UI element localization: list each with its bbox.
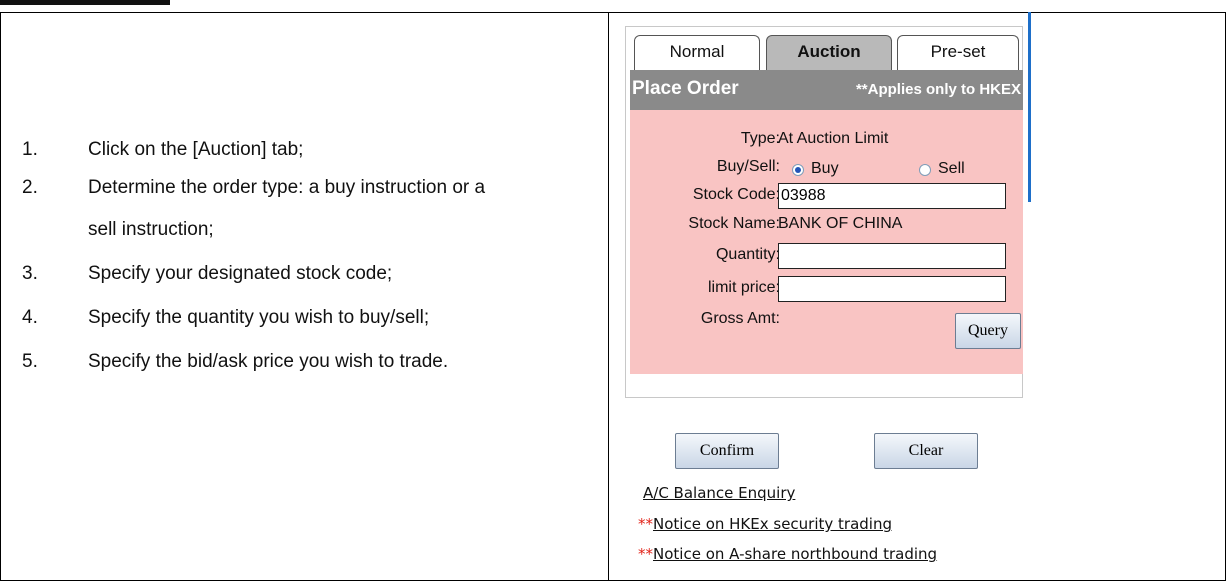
step-item: 2. Determine the order type: a buy instr… bbox=[22, 176, 602, 242]
place-order-header: Place Order **Applies only to HKEX bbox=[630, 70, 1023, 110]
stock-name-label: Stock Name: bbox=[688, 215, 780, 232]
quantity-label: Quantity: bbox=[715, 246, 780, 263]
ashare-notice-text[interactable]: Notice on A-share northbound trading bbox=[653, 545, 937, 563]
balance-enquiry-link[interactable]: A/C Balance Enquiry bbox=[643, 484, 795, 502]
type-label: Type: bbox=[740, 130, 780, 147]
gross-amount-label: Gross Amt: bbox=[700, 310, 780, 327]
stock-code-input[interactable] bbox=[778, 183, 1006, 209]
step-number: 4. bbox=[22, 307, 38, 328]
hkex-notice-link[interactable]: **Notice on HKEx security trading bbox=[638, 515, 892, 533]
column-divider bbox=[608, 13, 609, 580]
step-number: 1. bbox=[22, 139, 38, 160]
step-text: Click on the [Auction] tab; bbox=[88, 139, 304, 160]
step-item: 1. Click on the [Auction] tab; bbox=[22, 138, 602, 162]
query-button[interactable]: Query bbox=[955, 313, 1021, 349]
step-number: 5. bbox=[22, 351, 38, 372]
step-item: 5. Specify the bid/ask price you wish to… bbox=[22, 350, 602, 374]
step-number: 2. bbox=[22, 177, 38, 198]
limit-price-label: limit price: bbox=[707, 279, 780, 296]
page-top-margin bbox=[0, 0, 1227, 12]
step-number: 3. bbox=[22, 263, 38, 284]
step-item: 4. Specify the quantity you wish to buy/… bbox=[22, 306, 602, 330]
place-order-title: Place Order bbox=[632, 78, 739, 99]
tab-auction[interactable]: Auction bbox=[766, 35, 892, 71]
limit-price-input[interactable] bbox=[778, 276, 1006, 302]
sell-radio[interactable] bbox=[919, 164, 931, 176]
step-text-line: Determine the order type: a buy instruct… bbox=[88, 177, 486, 198]
stock-code-label: Stock Code: bbox=[692, 186, 780, 203]
instruction-steps: 1. Click on the [Auction] tab; 2. Determ… bbox=[22, 138, 602, 374]
step-text: Determine the order type: a buy instruct… bbox=[88, 176, 602, 242]
tab-preset[interactable]: Pre-set bbox=[897, 35, 1019, 71]
step-text-line: sell instruction; bbox=[88, 219, 214, 240]
hkex-notice-text[interactable]: Notice on HKEx security trading bbox=[653, 515, 892, 533]
stock-name-value: BANK OF CHINA bbox=[778, 215, 903, 232]
tab-normal[interactable]: Normal bbox=[634, 35, 760, 71]
buy-sell-label: Buy/Sell: bbox=[716, 158, 780, 175]
previous-heading-fragment bbox=[0, 0, 170, 5]
frame-edge-bar bbox=[1028, 12, 1031, 202]
step-text: Specify the bid/ask price you wish to tr… bbox=[88, 351, 449, 372]
type-value: At Auction Limit bbox=[778, 130, 889, 147]
buy-radio[interactable] bbox=[792, 164, 804, 176]
step-item: 3. Specify your designated stock code; bbox=[22, 262, 602, 286]
step-text: Specify the quantity you wish to buy/sel… bbox=[88, 307, 430, 328]
sell-radio-label[interactable]: Sell bbox=[938, 160, 965, 178]
required-stars: ** bbox=[638, 545, 653, 563]
confirm-button[interactable]: Confirm bbox=[675, 433, 779, 469]
clear-button[interactable]: Clear bbox=[874, 433, 978, 469]
ashare-notice-link[interactable]: **Notice on A-share northbound trading bbox=[638, 545, 937, 563]
order-form: Type: At Auction Limit Buy/Sell: Buy Sel… bbox=[630, 110, 1023, 374]
hkex-only-note: **Applies only to HKEX bbox=[855, 81, 1021, 98]
order-widget: Normal Auction Pre-set Place Order **App… bbox=[625, 26, 1023, 398]
required-stars: ** bbox=[638, 515, 653, 533]
quantity-input[interactable] bbox=[778, 243, 1006, 269]
buy-radio-label[interactable]: Buy bbox=[811, 160, 839, 178]
step-text: Specify your designated stock code; bbox=[88, 263, 393, 284]
